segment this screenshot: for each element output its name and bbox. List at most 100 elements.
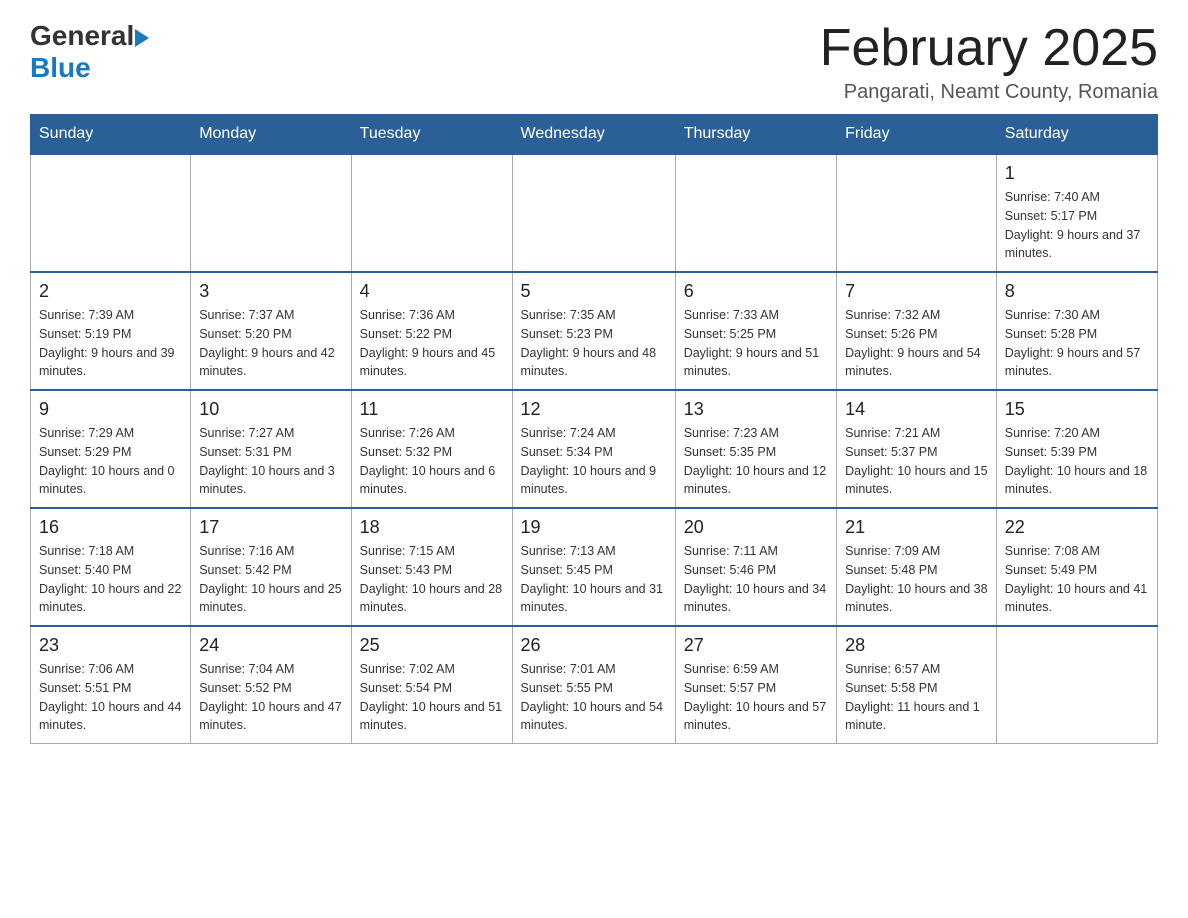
calendar-week-row: 16 Sunrise: 7:18 AMSunset: 5:40 PMDayligh… [31,508,1158,626]
day-info: Sunrise: 7:02 AMSunset: 5:54 PMDaylight:… [360,660,504,735]
day-number: 17 [199,517,342,538]
day-info: Sunrise: 7:24 AMSunset: 5:34 PMDaylight:… [521,424,667,499]
day-number: 12 [521,399,667,420]
header-thursday: Thursday [675,115,836,155]
table-row: 27 Sunrise: 6:59 AMSunset: 5:57 PMDayligh… [675,626,836,744]
day-info: Sunrise: 7:36 AMSunset: 5:22 PMDaylight:… [360,306,504,381]
day-number: 5 [521,281,667,302]
day-info: Sunrise: 7:39 AMSunset: 5:19 PMDaylight:… [39,306,182,381]
day-number: 16 [39,517,182,538]
day-info: Sunrise: 7:33 AMSunset: 5:25 PMDaylight:… [684,306,828,381]
header-saturday: Saturday [996,115,1157,155]
day-number: 20 [684,517,828,538]
table-row: 23 Sunrise: 7:06 AMSunset: 5:51 PMDayligh… [31,626,191,744]
calendar-header-row: Sunday Monday Tuesday Wednesday Thursday… [31,115,1158,155]
table-row: 2Sunrise: 7:39 AMSunset: 5:19 PMDaylight… [31,272,191,390]
header-monday: Monday [191,115,351,155]
day-number: 10 [199,399,342,420]
day-info: Sunrise: 7:30 AMSunset: 5:28 PMDaylight:… [1005,306,1149,381]
day-info: Sunrise: 7:21 AMSunset: 5:37 PMDaylight:… [845,424,988,499]
table-row: 26Sunrise: 7:01 AMSunset: 5:55 PMDayligh… [512,626,675,744]
page-header: General General Blue February 2025 Panga… [30,20,1158,104]
calendar-week-row: 1 Sunrise: 7:40 AMSunset: 5:17 PMDaylight… [31,154,1158,272]
day-number: 27 [684,635,828,656]
day-info: Sunrise: 7:15 AMSunset: 5:43 PMDaylight:… [360,542,504,617]
table-row: 7 Sunrise: 7:32 AMSunset: 5:26 PMDaylight… [837,272,997,390]
day-info: Sunrise: 7:20 AMSunset: 5:39 PMDaylight:… [1005,424,1149,499]
day-number: 7 [845,281,988,302]
day-number: 6 [684,281,828,302]
calendar-table: Sunday Monday Tuesday Wednesday Thursday… [30,114,1158,744]
logo-general2: General [30,20,134,51]
table-row: 20Sunrise: 7:11 AMSunset: 5:46 PMDayligh… [675,508,836,626]
table-row: 21Sunrise: 7:09 AMSunset: 5:48 PMDayligh… [837,508,997,626]
day-info: Sunrise: 6:57 AMSunset: 5:58 PMDaylight:… [845,660,988,735]
table-row: 11Sunrise: 7:26 AMSunset: 5:32 PMDayligh… [351,390,512,508]
calendar-week-row: 9Sunrise: 7:29 AMSunset: 5:29 PMDaylight… [31,390,1158,508]
table-row [675,154,836,272]
table-row: 13Sunrise: 7:23 AMSunset: 5:35 PMDayligh… [675,390,836,508]
day-info: Sunrise: 7:37 AMSunset: 5:20 PMDaylight:… [199,306,342,381]
day-number: 19 [521,517,667,538]
location: Pangarati, Neamt County, Romania [820,81,1158,104]
header-sunday: Sunday [31,115,191,155]
table-row: 1 Sunrise: 7:40 AMSunset: 5:17 PMDaylight… [996,154,1157,272]
table-row [996,626,1157,744]
table-row [837,154,997,272]
day-number: 8 [1005,281,1149,302]
table-row: 22Sunrise: 7:08 AMSunset: 5:49 PMDayligh… [996,508,1157,626]
table-row [512,154,675,272]
table-row: 8 Sunrise: 7:30 AMSunset: 5:28 PMDaylight… [996,272,1157,390]
table-row [351,154,512,272]
day-number: 24 [199,635,342,656]
day-number: 3 [199,281,342,302]
table-row: 6 Sunrise: 7:33 AMSunset: 5:25 PMDaylight… [675,272,836,390]
day-info: Sunrise: 6:59 AMSunset: 5:57 PMDaylight:… [684,660,828,735]
day-number: 14 [845,399,988,420]
day-number: 28 [845,635,988,656]
table-row: 4 Sunrise: 7:36 AMSunset: 5:22 PMDaylight… [351,272,512,390]
header-friday: Friday [837,115,997,155]
day-info: Sunrise: 7:29 AMSunset: 5:29 PMDaylight:… [39,424,182,499]
logo-triangle-icon [135,29,149,47]
table-row [191,154,351,272]
logo: General General Blue [30,20,151,84]
day-info: Sunrise: 7:27 AMSunset: 5:31 PMDaylight:… [199,424,342,499]
table-row: 14 Sunrise: 7:21 AMSunset: 5:37 PMDayligh… [837,390,997,508]
day-number: 15 [1005,399,1149,420]
day-number: 13 [684,399,828,420]
day-info: Sunrise: 7:18 AMSunset: 5:40 PMDaylight:… [39,542,182,617]
calendar-week-row: 23 Sunrise: 7:06 AMSunset: 5:51 PMDayligh… [31,626,1158,744]
day-info: Sunrise: 7:08 AMSunset: 5:49 PMDaylight:… [1005,542,1149,617]
table-row: 17 Sunrise: 7:16 AMSunset: 5:42 PMDayligh… [191,508,351,626]
day-info: Sunrise: 7:32 AMSunset: 5:26 PMDaylight:… [845,306,988,381]
table-row: 3 Sunrise: 7:37 AMSunset: 5:20 PMDaylight… [191,272,351,390]
table-row: 28 Sunrise: 6:57 AMSunset: 5:58 PMDayligh… [837,626,997,744]
day-number: 25 [360,635,504,656]
table-row: 18 Sunrise: 7:15 AMSunset: 5:43 PMDayligh… [351,508,512,626]
day-info: Sunrise: 7:09 AMSunset: 5:48 PMDaylight:… [845,542,988,617]
title-section: February 2025 Pangarati, Neamt County, R… [820,20,1158,104]
logo-blue-text: Blue [30,52,91,83]
table-row: 16 Sunrise: 7:18 AMSunset: 5:40 PMDayligh… [31,508,191,626]
table-row [31,154,191,272]
day-number: 18 [360,517,504,538]
day-info: Sunrise: 7:01 AMSunset: 5:55 PMDaylight:… [521,660,667,735]
day-number: 4 [360,281,504,302]
table-row: 5Sunrise: 7:35 AMSunset: 5:23 PMDaylight… [512,272,675,390]
day-info: Sunrise: 7:04 AMSunset: 5:52 PMDaylight:… [199,660,342,735]
table-row: 10 Sunrise: 7:27 AMSunset: 5:31 PMDayligh… [191,390,351,508]
day-number: 1 [1005,163,1149,184]
day-info: Sunrise: 7:26 AMSunset: 5:32 PMDaylight:… [360,424,504,499]
table-row: 24 Sunrise: 7:04 AMSunset: 5:52 PMDayligh… [191,626,351,744]
header-wednesday: Wednesday [512,115,675,155]
table-row: 19 Sunrise: 7:13 AMSunset: 5:45 PMDayligh… [512,508,675,626]
day-info: Sunrise: 7:16 AMSunset: 5:42 PMDaylight:… [199,542,342,617]
table-row: 15 Sunrise: 7:20 AMSunset: 5:39 PMDayligh… [996,390,1157,508]
day-info: Sunrise: 7:06 AMSunset: 5:51 PMDaylight:… [39,660,182,735]
day-info: Sunrise: 7:40 AMSunset: 5:17 PMDaylight:… [1005,188,1149,263]
day-info: Sunrise: 7:13 AMSunset: 5:45 PMDaylight:… [521,542,667,617]
table-row: 12 Sunrise: 7:24 AMSunset: 5:34 PMDayligh… [512,390,675,508]
day-number: 23 [39,635,182,656]
calendar-week-row: 2Sunrise: 7:39 AMSunset: 5:19 PMDaylight… [31,272,1158,390]
